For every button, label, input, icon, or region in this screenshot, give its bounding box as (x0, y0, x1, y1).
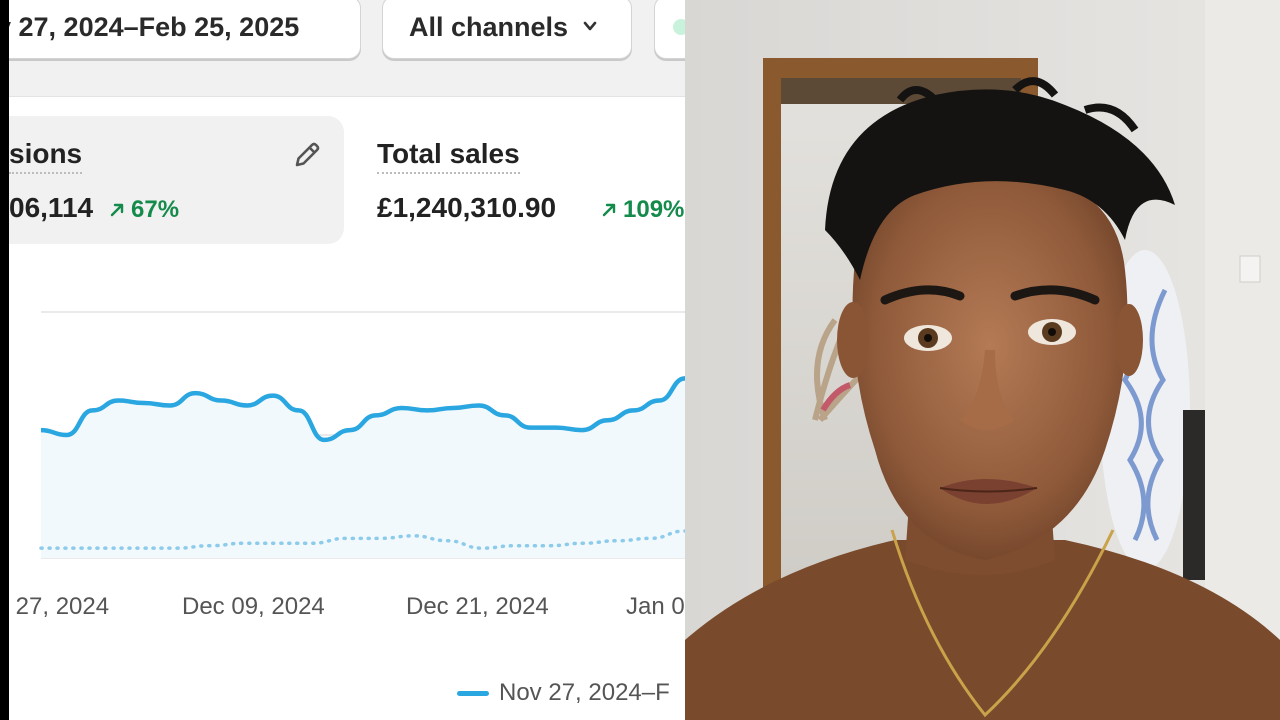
x-tick-label: r 27, 2024 (9, 593, 110, 620)
metric-title: Total sales (377, 138, 520, 174)
legend-label: Nov 27, 2024–F (499, 679, 670, 706)
metric-title: sions (9, 138, 83, 174)
channel-select-label: All channels (409, 12, 569, 42)
series-area (41, 378, 685, 558)
metric-change: 109% (601, 196, 684, 224)
channel-select[interactable]: All channels (382, 0, 632, 59)
metric-change: 67% (109, 196, 179, 224)
date-range-label: v 27, 2024–Feb 25, 2025 (9, 12, 300, 42)
chevron-down-icon (583, 21, 597, 30)
x-tick-label: Dec 09, 2024 (182, 593, 325, 620)
metric-card-total-sales[interactable]: Total sales £1,240,310.90 109% (361, 116, 685, 244)
status-dot (673, 19, 685, 35)
selfie-photo (685, 0, 1280, 720)
metric-value: £1,240,310.90 (377, 192, 557, 223)
photo-illustration (685, 0, 1280, 720)
x-tick-label: Dec 21, 2024 (406, 593, 549, 620)
arrow-up-right-icon (602, 203, 616, 217)
chart-legend[interactable]: Nov 27, 2024–F (457, 679, 670, 707)
legend-swatch (457, 690, 489, 696)
metric-card-sessions[interactable]: sions 06,114 67% (9, 116, 344, 244)
pencil-icon[interactable] (290, 138, 324, 172)
comparison-button[interactable] (654, 0, 685, 59)
metric-value: 06,114 (9, 192, 94, 223)
arrow-up-right-icon (110, 203, 124, 217)
metric-change-value: 67% (131, 196, 180, 223)
sessions-line-chart (39, 311, 685, 559)
analytics-dashboard: v 27, 2024–Feb 25, 2025 All channels sio… (9, 0, 685, 720)
date-range-button[interactable]: v 27, 2024–Feb 25, 2025 (9, 0, 361, 59)
filter-toolbar: v 27, 2024–Feb 25, 2025 All channels (9, 0, 685, 97)
metric-change-value: 109% (623, 196, 685, 223)
x-tick-label: Jan 0 (626, 593, 685, 620)
